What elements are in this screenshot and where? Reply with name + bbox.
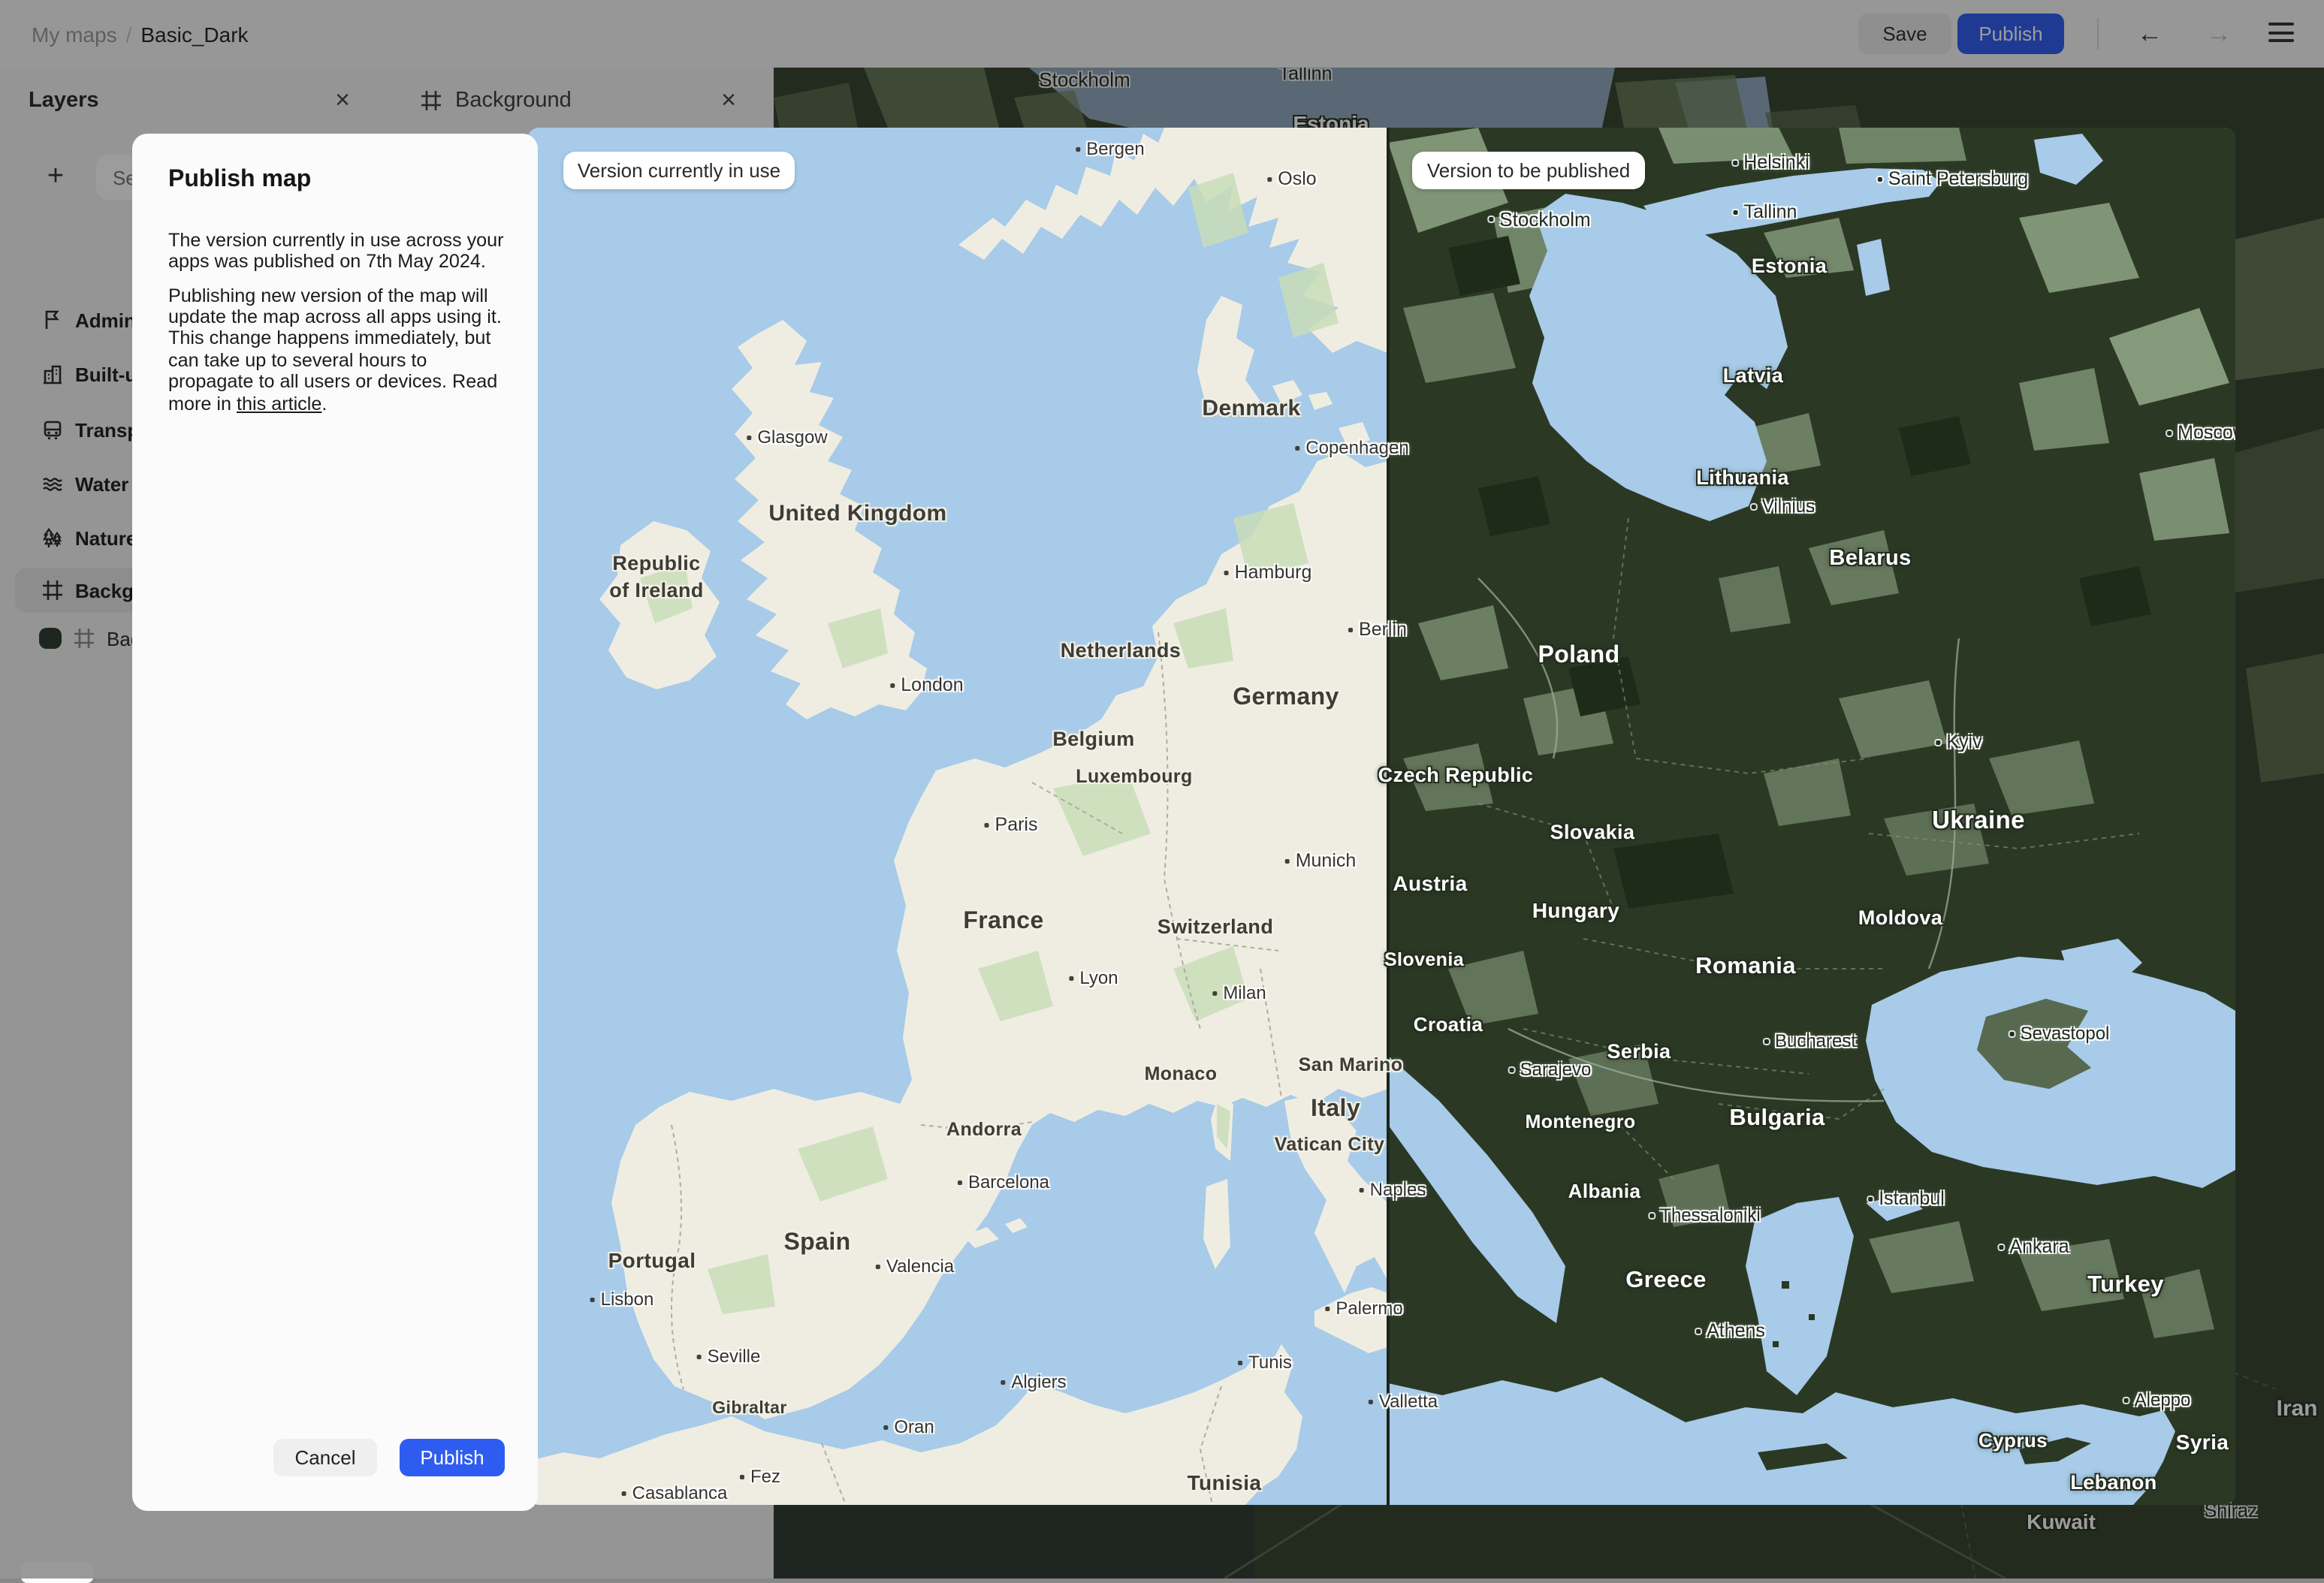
modal-publish-button[interactable]: Publish — [400, 1439, 505, 1476]
map-label: London — [890, 674, 964, 695]
map-label: Hungary — [1532, 898, 1620, 922]
map-label: Portugal — [608, 1248, 696, 1272]
map-label: United Kingdom — [768, 501, 947, 526]
modal-paragraph-2: Publishing new version of the map will u… — [168, 285, 502, 415]
map-label: San Marino — [1298, 1054, 1403, 1075]
map-label: Paris — [984, 814, 1037, 835]
map-label: Glasgow — [747, 427, 828, 448]
map-label: Vatican City — [1274, 1134, 1385, 1155]
map-label: Barcelona — [957, 1171, 1049, 1193]
map-label: Latvia — [1722, 364, 1784, 387]
map-label: Berlin — [1348, 619, 1407, 640]
map-label: Gibraltar — [712, 1400, 787, 1418]
map-label: Valencia — [875, 1256, 954, 1277]
map-label: Copenhagen — [1295, 437, 1409, 458]
cancel-button[interactable]: Cancel — [273, 1439, 377, 1476]
map-label: Hamburg — [1224, 562, 1311, 583]
map-label: Bucharest — [1764, 1030, 1856, 1051]
map-label: Munich — [1284, 850, 1356, 871]
map-label: Belarus — [1829, 547, 1912, 571]
map-label: Turkey — [2087, 1272, 2164, 1298]
map-label: Istanbul — [1868, 1188, 1945, 1209]
map-label: Saint Petersburg — [1877, 168, 2028, 189]
map-label: Palermo — [1325, 1298, 1403, 1319]
map-label: Sevastopol — [2009, 1023, 2109, 1044]
map-label: Lebanon — [2070, 1471, 2157, 1494]
map-label: Austria — [1393, 871, 1468, 895]
map-label: Tallinn — [1733, 201, 1797, 222]
map-label: Bulgaria — [1729, 1105, 1825, 1131]
map-label: Lithuania — [1696, 466, 1789, 489]
map-label: Cyprus — [1978, 1429, 2048, 1452]
map-label: Athens — [1696, 1320, 1765, 1341]
map-label: Spain — [783, 1230, 851, 1256]
map-label: Netherlands — [1060, 639, 1182, 662]
map-label: Helsinki — [1733, 152, 1809, 173]
map-label: Naples — [1359, 1179, 1426, 1200]
map-label: Fez — [739, 1466, 780, 1487]
map-label: Vilnius — [1751, 496, 1815, 517]
map-label: Andorra — [946, 1119, 1022, 1140]
map-label: Sarajevo — [1509, 1059, 1591, 1080]
modal-footer: Cancel Publish — [132, 1439, 538, 1476]
version-compare-view: Bergen Oslo Glasgow United Kingdom Republic o… — [527, 128, 2235, 1505]
map-label: Aleppo — [2123, 1389, 2190, 1410]
map-label: Slovenia — [1384, 949, 1465, 970]
map-label: Monaco — [1144, 1063, 1218, 1084]
map-label: Croatia — [1413, 1013, 1483, 1036]
modal-paragraph-1: The version currently in use across your… — [168, 229, 504, 272]
map-label: Slovakia — [1550, 821, 1635, 843]
modal-title: Publish map — [168, 167, 312, 192]
publish-map-modal: Publish map The version currently in use… — [132, 134, 538, 1511]
this-article-link[interactable]: this article — [237, 393, 321, 414]
map-label: Valletta — [1368, 1391, 1438, 1412]
map-label: Belgium — [1052, 728, 1135, 750]
map-label: Tunisia — [1187, 1470, 1262, 1494]
map-label: Ankara — [1999, 1236, 2069, 1257]
map-label: Albania — [1568, 1180, 1641, 1202]
compare-labels: Bergen Oslo Glasgow United Kingdom Republic o… — [527, 128, 2235, 1505]
map-label: Greece — [1625, 1268, 1707, 1293]
current-version-badge: Version currently in use — [563, 152, 795, 189]
map-label: Luxembourg — [1076, 766, 1193, 787]
map-label: Ukraine — [1932, 807, 2025, 834]
map-label: Bergen — [1076, 138, 1145, 159]
map-label: Stockholm — [1489, 208, 1591, 231]
map-label: Switzerland — [1157, 915, 1274, 938]
map-label: Moscow — [2167, 422, 2235, 443]
map-label: Romania — [1695, 954, 1796, 979]
map-label: Denmark — [1202, 396, 1301, 421]
map-label: Serbia — [1607, 1040, 1671, 1063]
map-label: Kyiv — [1936, 731, 1982, 752]
map-label: Oran — [883, 1416, 934, 1437]
map-label: Thessaloniki — [1649, 1205, 1761, 1226]
map-label: Moldova — [1858, 906, 1943, 929]
map-label: Czech Republic — [1378, 764, 1534, 786]
map-label: Poland — [1538, 643, 1620, 668]
map-label: Italy — [1310, 1096, 1361, 1122]
map-label: Oslo — [1267, 168, 1317, 189]
map-label: Algiers — [1001, 1371, 1067, 1392]
map-label: Tunis — [1238, 1352, 1292, 1373]
map-label: Syria — [2175, 1430, 2229, 1454]
new-version-badge: Version to be published — [1412, 152, 1645, 189]
map-label: Milan — [1212, 982, 1266, 1003]
map-label: of Ireland — [609, 579, 704, 602]
map-label: Lisbon — [590, 1289, 653, 1310]
map-label: Lyon — [1069, 967, 1118, 988]
map-label: Montenegro — [1525, 1111, 1636, 1132]
map-label: Germany — [1233, 685, 1339, 710]
map-label: Casablanca — [621, 1482, 727, 1503]
map-label: Estonia — [1751, 255, 1828, 277]
map-label: Republic — [612, 552, 701, 574]
map-label: Seville — [696, 1346, 760, 1367]
map-label: France — [963, 909, 1044, 934]
